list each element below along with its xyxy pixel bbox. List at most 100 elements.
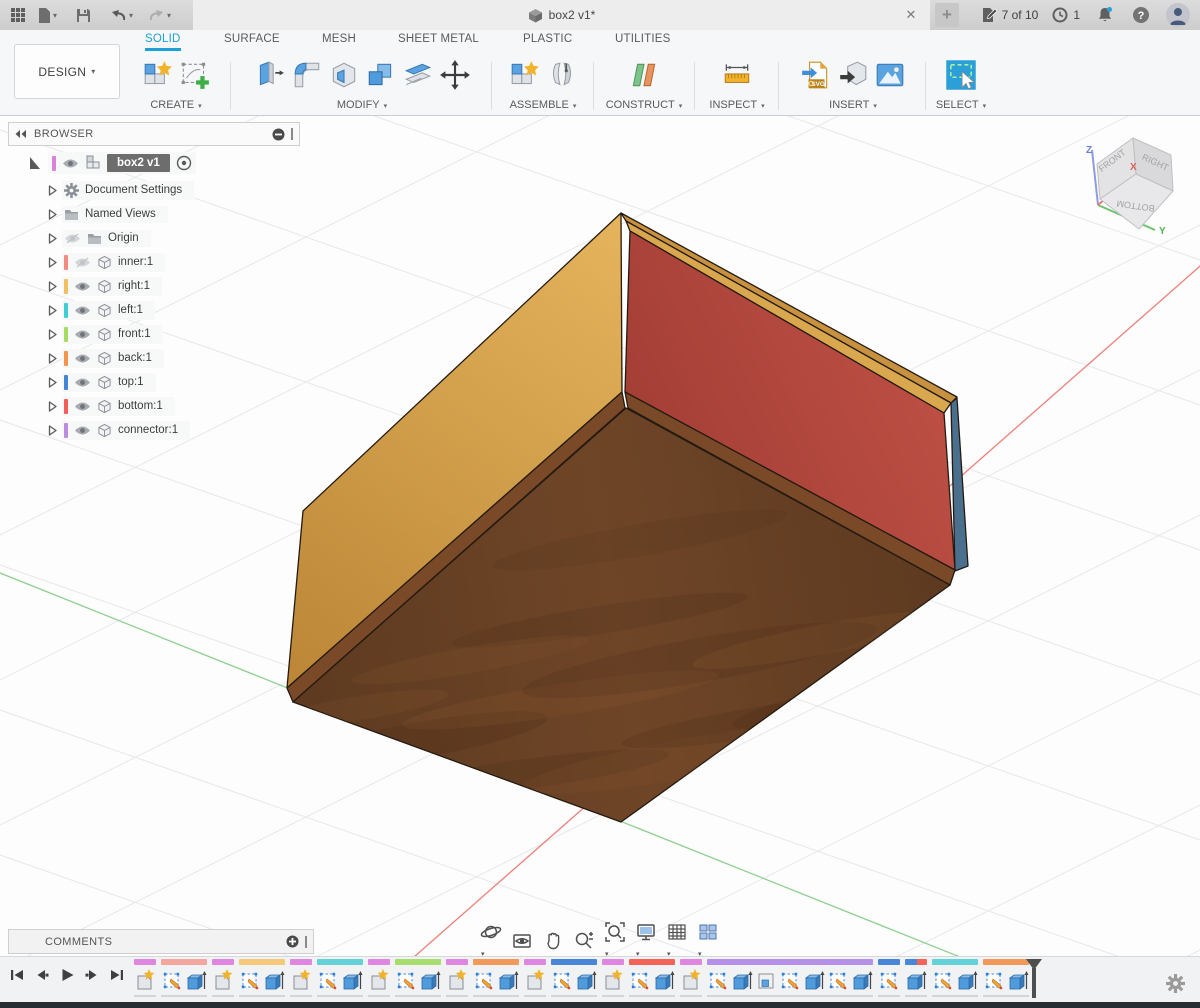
expand-caret-icon[interactable]: [48, 353, 57, 364]
browser-item-label[interactable]: connector:1: [118, 424, 178, 436]
timeline-sketch-icon[interactable]: [932, 967, 954, 993]
tab-solid[interactable]: SOLID: [145, 33, 181, 51]
comments-scrollbar[interactable]: [305, 936, 307, 948]
timeline-sketch-icon[interactable]: [878, 967, 900, 993]
browser-item-label[interactable]: back:1: [118, 352, 152, 364]
browser-item-label[interactable]: front:1: [118, 328, 151, 340]
fit-icon[interactable]: [604, 921, 626, 961]
hide-panel-icon[interactable]: [272, 128, 285, 141]
eye-hidden-icon[interactable]: [74, 257, 91, 268]
expand-caret-icon[interactable]: [48, 185, 57, 196]
browser-item-label[interactable]: inner:1: [118, 256, 153, 268]
timeline-extrude-icon[interactable]: [731, 967, 753, 993]
construct-plane-icon[interactable]: [628, 59, 660, 91]
step-back-icon[interactable]: [33, 966, 51, 984]
press-pull-icon[interactable]: [254, 59, 286, 91]
insert-mesh-icon[interactable]: [837, 59, 869, 91]
eye-hidden-icon[interactable]: [64, 233, 81, 244]
tab-plastic[interactable]: PLASTIC: [523, 33, 572, 48]
expand-caret-icon[interactable]: [48, 401, 57, 412]
browser-item-front-1[interactable]: front:1: [8, 322, 300, 346]
browser-item-named-views[interactable]: Named Views: [8, 202, 300, 226]
close-tab-icon[interactable]: ✕: [902, 6, 920, 24]
tab-mesh[interactable]: MESH: [322, 33, 356, 48]
viewcube[interactable]: FRONT RIGHT BOTTOM Z Y X: [1075, 130, 1195, 240]
play-icon[interactable]: [58, 966, 76, 984]
timeline-component-icon[interactable]: [602, 967, 624, 993]
insert-canvas-icon[interactable]: [874, 59, 906, 91]
eye-icon[interactable]: [74, 305, 91, 316]
timeline-sketch-icon[interactable]: [395, 967, 417, 993]
browser-item-label[interactable]: left:1: [118, 304, 143, 316]
new-tab-button[interactable]: +: [935, 3, 959, 27]
timeline-extrude-icon[interactable]: [497, 967, 519, 993]
expand-collapse-icon[interactable]: [28, 157, 42, 169]
notifications-bell-icon[interactable]: [1094, 4, 1116, 26]
go-to-end-icon[interactable]: [108, 966, 126, 984]
timeline-sketch-icon[interactable]: [473, 967, 495, 993]
timeline-component-icon[interactable]: [290, 967, 312, 993]
timeline-box-feature-icon[interactable]: [755, 967, 777, 993]
browser-header[interactable]: BROWSER: [8, 122, 300, 146]
viewports-icon[interactable]: [697, 921, 719, 961]
browser-item-back-1[interactable]: back:1: [8, 346, 300, 370]
expand-caret-icon[interactable]: [48, 305, 57, 316]
browser-item-origin[interactable]: Origin: [8, 226, 300, 250]
browser-item-left-1[interactable]: left:1: [8, 298, 300, 322]
look-at-icon[interactable]: [511, 930, 533, 952]
root-label[interactable]: box2 v1: [107, 154, 170, 172]
avatar[interactable]: [1166, 3, 1190, 27]
timeline-component-icon[interactable]: [134, 967, 156, 993]
timeline-sketch-icon[interactable]: [827, 967, 849, 993]
timeline-sketch-icon[interactable]: [629, 967, 651, 993]
eye-icon[interactable]: [74, 281, 91, 292]
zoom-icon[interactable]: [573, 930, 595, 952]
timeline-extrude-icon[interactable]: [341, 967, 363, 993]
browser-item-connector-1[interactable]: connector:1: [8, 418, 300, 442]
browser-item-label[interactable]: Named Views: [85, 208, 156, 220]
combine-icon[interactable]: [365, 59, 397, 91]
timeline-sketch-icon[interactable]: [239, 967, 261, 993]
eye-icon[interactable]: [62, 158, 79, 169]
browser-item-document-settings[interactable]: Document Settings: [8, 178, 300, 202]
eye-icon[interactable]: [74, 329, 91, 340]
fillet-icon[interactable]: [291, 59, 323, 91]
timeline-component-icon[interactable]: [368, 967, 390, 993]
tab-sheet-metal[interactable]: SHEET METAL: [398, 33, 479, 48]
job-status[interactable]: 1: [1052, 7, 1080, 23]
expand-caret-icon[interactable]: [48, 329, 57, 340]
create-menu[interactable]: CREATE: [134, 99, 218, 111]
joint-icon[interactable]: [546, 59, 578, 91]
move-icon[interactable]: [439, 59, 471, 91]
orbit-icon[interactable]: [480, 921, 502, 961]
timeline-sketch-icon[interactable]: [983, 967, 1005, 993]
inspect-menu[interactable]: INSPECT: [700, 99, 774, 111]
insert-menu[interactable]: INSERT: [786, 99, 920, 111]
timeline-sketch-icon[interactable]: [317, 967, 339, 993]
browser-item-label[interactable]: right:1: [118, 280, 150, 292]
timeline-extrude-icon[interactable]: [653, 967, 675, 993]
timeline-component-icon[interactable]: [446, 967, 468, 993]
app-grid-icon[interactable]: [8, 5, 28, 25]
construct-menu[interactable]: CONSTRUCT: [600, 99, 688, 111]
timeline-component-icon[interactable]: [524, 967, 546, 993]
timeline-component-icon[interactable]: [212, 967, 234, 993]
eye-icon[interactable]: [74, 425, 91, 436]
select-icon[interactable]: [944, 58, 978, 92]
expand-caret-icon[interactable]: [48, 209, 57, 220]
eye-icon[interactable]: [74, 377, 91, 388]
expand-caret-icon[interactable]: [48, 233, 57, 244]
insert-svg-icon[interactable]: SVG: [800, 59, 832, 91]
timeline-playhead[interactable]: [1026, 959, 1042, 999]
new-component-icon[interactable]: [142, 59, 174, 91]
save-icon[interactable]: [74, 6, 93, 25]
document-tab[interactable]: box2 v1* ✕: [193, 0, 930, 30]
browser-item-label[interactable]: Document Settings: [85, 184, 182, 196]
expand-caret-icon[interactable]: [48, 257, 57, 268]
go-to-start-icon[interactable]: [8, 966, 26, 984]
browser-root-item[interactable]: box2 v1: [8, 150, 300, 176]
eye-icon[interactable]: [74, 353, 91, 364]
workspace-selector[interactable]: DESIGN: [14, 44, 120, 99]
expand-caret-icon[interactable]: [48, 281, 57, 292]
timeline-extrude-icon[interactable]: [263, 967, 285, 993]
